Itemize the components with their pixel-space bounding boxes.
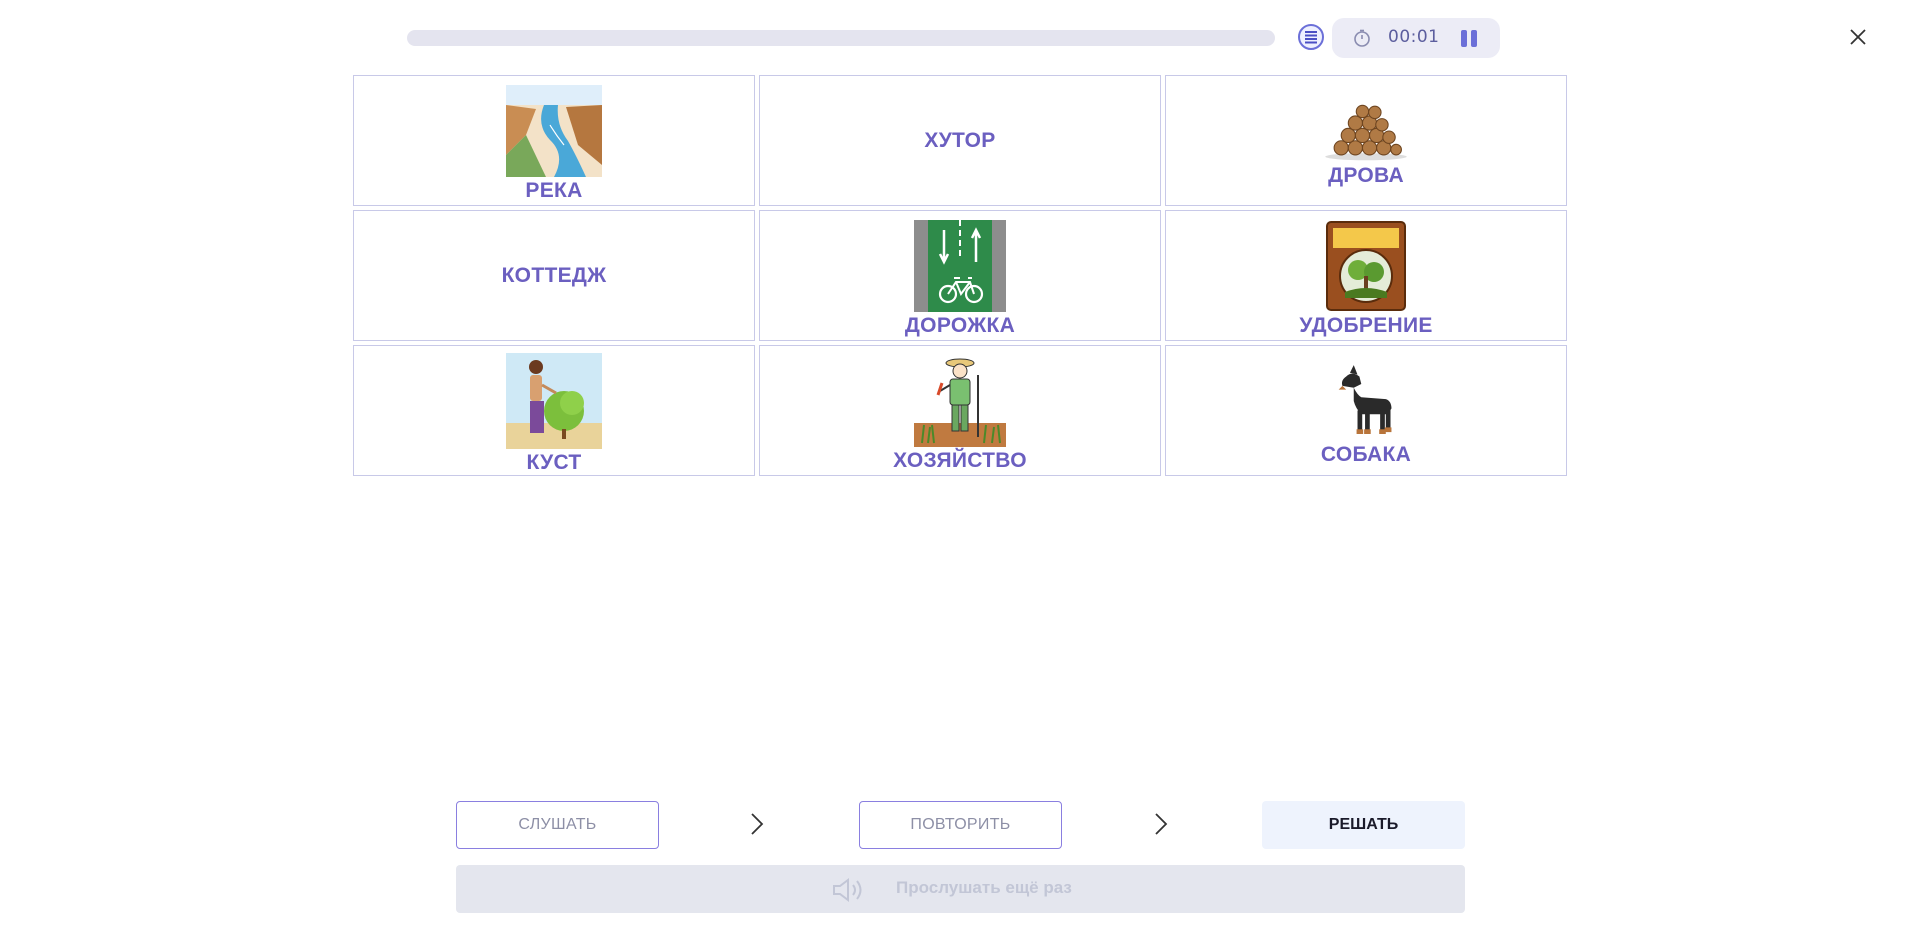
firewood-picture <box>1325 104 1407 160</box>
replay-label: Прослушать ещё раз <box>896 878 1072 897</box>
stopwatch-icon <box>1354 29 1370 47</box>
card-label: КОТТЕДЖ <box>501 263 607 287</box>
word-card[interactable]: СОБАКА <box>1165 345 1567 476</box>
bottom-controls: СЛУШАТЬ ПОВТОРИТЬ РЕШАТЬ Прослушать ещё … <box>0 790 1920 940</box>
card-label: ДОРОЖКА <box>904 313 1016 337</box>
progress-bar <box>407 30 1275 46</box>
card-label: РЕКА <box>525 178 583 202</box>
word-card[interactable]: РЕКА <box>353 75 755 206</box>
gardener-bush-picture <box>506 352 602 449</box>
word-card[interactable]: ХОЗЯЙСТВО <box>759 345 1161 476</box>
farmer-picture <box>914 358 1006 447</box>
word-card[interactable]: УДОБРЕНИЕ <box>1165 210 1567 341</box>
task-list-button[interactable] <box>1298 24 1324 50</box>
timer: 00:01 <box>1332 18 1500 58</box>
word-card[interactable]: ХУТОР <box>759 75 1161 206</box>
replay-button[interactable]: Прослушать ещё раз <box>456 865 1465 913</box>
word-card[interactable]: ДРОВА <box>1165 75 1567 206</box>
chevron-right-icon <box>751 813 764 835</box>
solve-button[interactable]: РЕШАТЬ <box>1262 801 1465 849</box>
card-label: СОБАКА <box>1320 442 1412 466</box>
word-card[interactable]: КОТТЕДЖ <box>353 210 755 341</box>
fertilizer-bag-picture <box>1326 220 1406 311</box>
card-label: ДРОВА <box>1328 163 1404 187</box>
word-card[interactable]: ДОРОЖКА <box>759 210 1161 341</box>
card-label: УДОБРЕНИЕ <box>1299 313 1433 337</box>
card-label: КУСТ <box>526 450 582 474</box>
chevron-right-icon <box>1155 813 1168 835</box>
word-card[interactable]: КУСТ <box>353 345 755 476</box>
pause-button[interactable] <box>1458 29 1480 49</box>
word-card-grid: РЕКА ХУТОР ДРОВА КОТТЕДЖ ДОРОЖКА УДОБРЕН… <box>353 75 1567 476</box>
list-icon <box>1305 31 1317 44</box>
timer-value: 00:01 <box>1388 27 1440 47</box>
close-icon[interactable] <box>1845 24 1871 50</box>
card-label: ХОЗЯЙСТВО <box>893 448 1027 472</box>
pause-icon <box>1461 30 1467 47</box>
bike-lane-picture <box>914 219 1006 312</box>
dog-picture <box>1338 364 1392 434</box>
river-picture <box>506 84 602 177</box>
speaker-icon <box>833 878 862 902</box>
listen-button[interactable]: СЛУШАТЬ <box>456 801 659 849</box>
top-bar: 00:01 <box>0 0 1920 75</box>
card-label: ХУТОР <box>924 128 996 152</box>
repeat-button[interactable]: ПОВТОРИТЬ <box>859 801 1062 849</box>
